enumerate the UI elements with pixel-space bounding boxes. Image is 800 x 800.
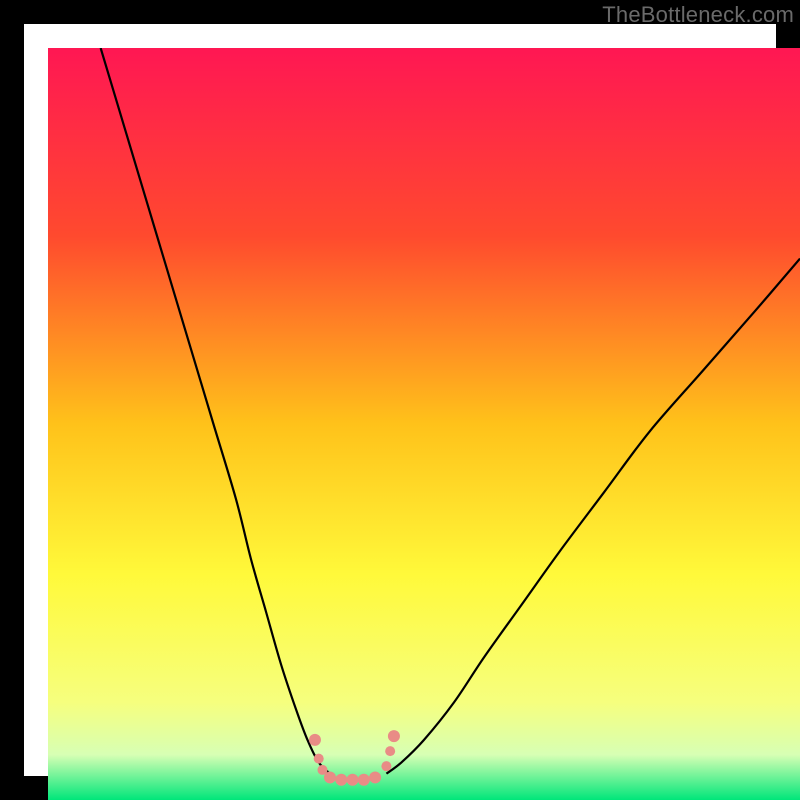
valley-marker — [388, 730, 400, 742]
valley-marker — [358, 774, 370, 786]
watermark-text: TheBottleneck.com — [602, 2, 794, 28]
valley-marker — [381, 761, 391, 771]
valley-marker — [324, 771, 336, 783]
valley-marker — [314, 754, 324, 764]
valley-marker — [347, 774, 359, 786]
bottleneck-curve-chart — [48, 48, 800, 800]
valley-marker — [385, 746, 395, 756]
valley-marker — [335, 774, 347, 786]
valley-marker — [369, 771, 381, 783]
chart-frame — [24, 24, 776, 776]
valley-marker — [309, 734, 321, 746]
gradient-background — [48, 48, 800, 800]
